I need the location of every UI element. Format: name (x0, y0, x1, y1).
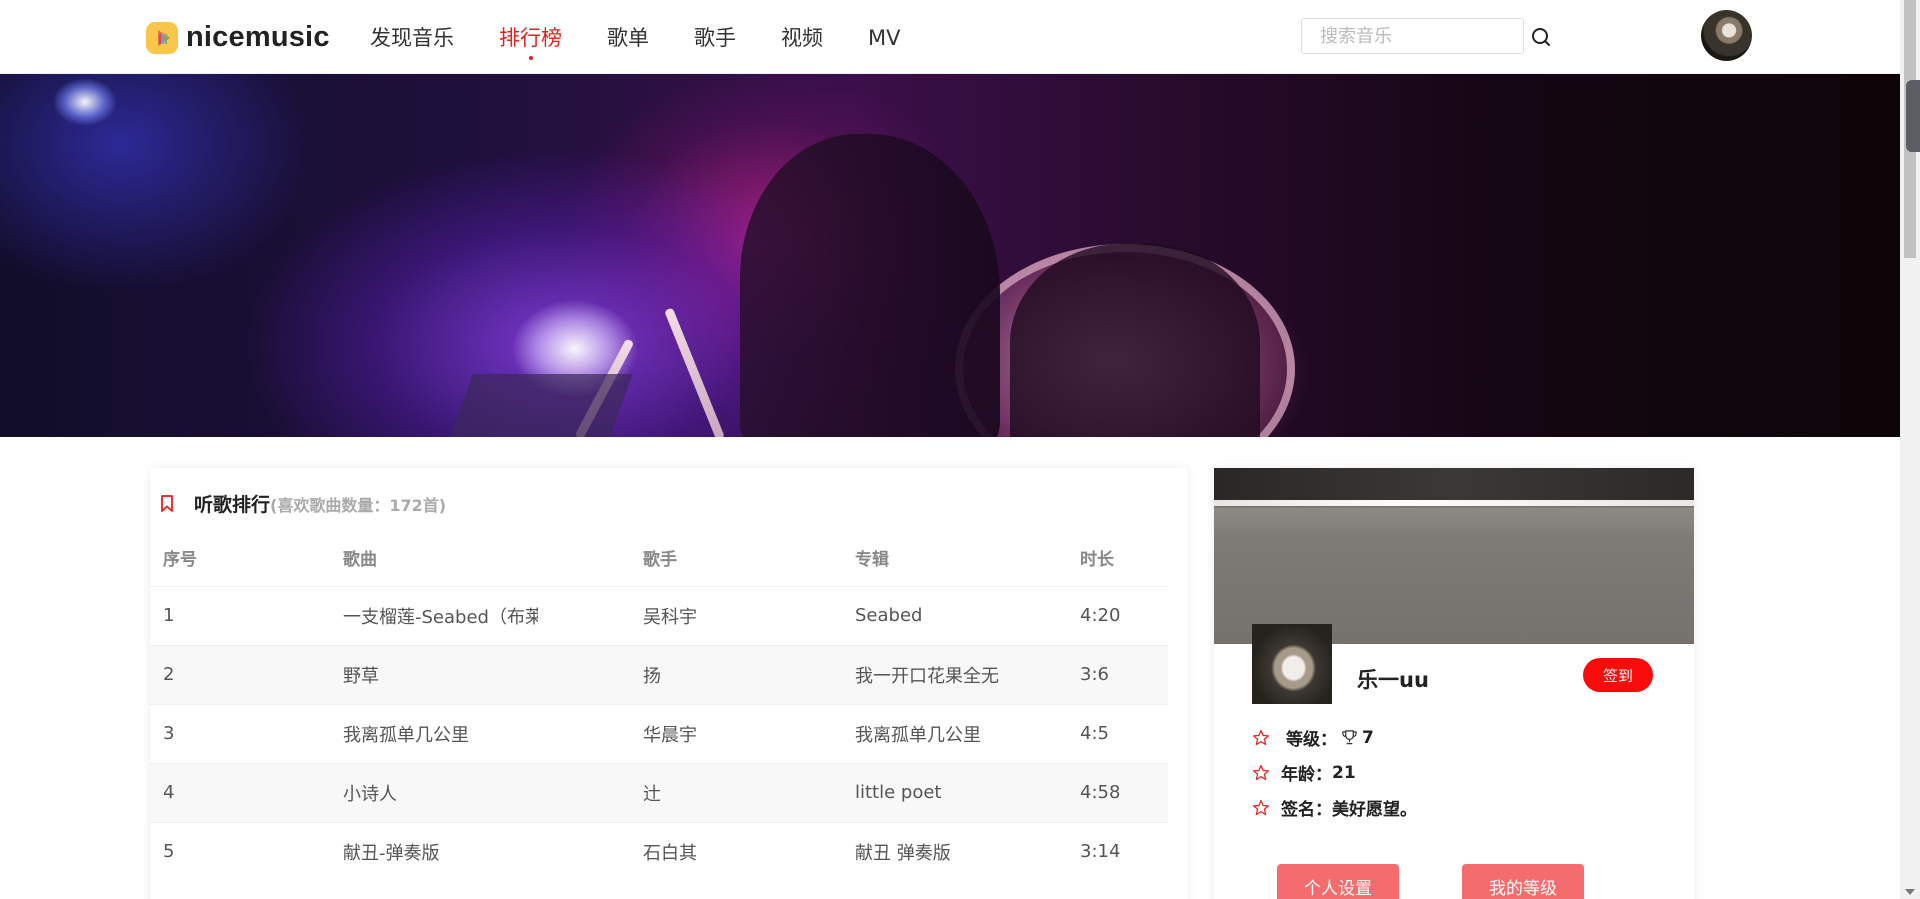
signature-row: 签名： 美好愿望。 (1252, 795, 1417, 820)
cell-artist[interactable]: 吴科宇 (630, 585, 842, 645)
table-row[interactable]: 3 我离孤单几公里 华晨宇 我离孤单几公里 4:5 (150, 703, 1168, 763)
nav-label: 发现音乐 (370, 26, 454, 50)
hero-banner (0, 74, 1900, 437)
sign-in-button[interactable]: 签到 (1583, 658, 1653, 692)
user-avatar[interactable] (1701, 10, 1752, 61)
profile-cover-image (1214, 468, 1694, 644)
cell-song[interactable]: 一支榴莲-Seabed（布莱 (330, 585, 630, 645)
star-icon (1252, 799, 1270, 815)
song-title[interactable]: 小诗人 (343, 780, 397, 806)
level-row: 等级： 7 (1252, 725, 1374, 750)
my-level-button[interactable]: 我的等级 (1462, 864, 1584, 899)
search-icon[interactable] (1530, 26, 1552, 48)
song-title[interactable]: 献丑-弹奏版 (343, 839, 440, 865)
star-icon (1252, 729, 1270, 745)
cell-duration: 4:5 (1067, 703, 1168, 763)
column-header-album: 专辑 (855, 550, 889, 571)
song-title[interactable]: 野草 (343, 662, 379, 688)
cell-album[interactable]: Seabed (842, 585, 1067, 645)
nav-discover-music[interactable]: 发现音乐 (370, 0, 454, 74)
page-scrollbar[interactable] (1900, 0, 1920, 899)
cell-artist[interactable]: 辻 (630, 762, 842, 822)
song-title[interactable]: 我离孤单几公里 (343, 721, 469, 747)
cell-song[interactable]: 我离孤单几公里 (330, 703, 630, 763)
nav-label: 歌单 (607, 26, 649, 50)
profile-avatar[interactable] (1252, 624, 1332, 704)
cell-duration: 4:58 (1067, 762, 1168, 822)
nav-mv[interactable]: MV (868, 0, 900, 74)
song-title[interactable]: 一支榴莲-Seabed（布莱 (343, 603, 538, 629)
drummer-silhouette (740, 134, 1000, 437)
listening-ranking-card: 听歌排行 (喜欢歌曲数量：172首) 序号 歌曲 歌手 专辑 时长 1 一支榴莲… (150, 468, 1188, 899)
profile-name: 乐一uu (1357, 668, 1429, 692)
liked-count: (喜欢歌曲数量：172首) (270, 495, 447, 515)
trophy-icon (1342, 730, 1357, 745)
bookmark-icon (161, 494, 173, 512)
song-table: 序号 歌曲 歌手 专辑 时长 1 一支榴莲-Seabed（布莱 吴科宇 Seab… (150, 520, 1168, 881)
table-header-row: 序号 歌曲 歌手 专辑 时长 (150, 520, 1168, 586)
nav-label: 视频 (781, 26, 823, 50)
cell-album[interactable]: 我离孤单几公里 (842, 703, 1067, 763)
ranking-header: 听歌排行 (喜欢歌曲数量：172首) (160, 490, 446, 517)
cell-duration: 4:20 (1067, 585, 1168, 645)
personal-settings-button[interactable]: 个人设置 (1277, 864, 1399, 899)
nav-label: MV (868, 26, 901, 50)
cell-index: 5 (150, 821, 330, 881)
cell-album[interactable]: 我一开口花果全无 (842, 644, 1067, 704)
cell-album[interactable]: 献丑 弹奏版 (842, 821, 1067, 881)
cell-song[interactable]: 野草 (330, 644, 630, 704)
cell-artist[interactable]: 华晨宇 (630, 703, 842, 763)
cell-index: 4 (150, 762, 330, 822)
nav-label: 排行榜 (499, 26, 562, 50)
column-header-song: 歌曲 (343, 550, 377, 571)
logo[interactable]: nicemusic (146, 20, 330, 54)
logo-icon (146, 20, 178, 54)
cell-index: 1 (150, 585, 330, 645)
nav-videos[interactable]: 视频 (781, 0, 823, 74)
nav-charts[interactable]: 排行榜 (499, 0, 562, 74)
ranking-title: 听歌排行 (194, 494, 271, 516)
scroll-down-arrow-icon[interactable] (1905, 889, 1915, 895)
table-row[interactable]: 5 献丑-弹奏版 石白其 献丑 弹奏版 3:14 (150, 821, 1168, 881)
signature-label: 签名： (1281, 800, 1332, 820)
cell-song[interactable]: 小诗人 (330, 762, 630, 822)
second-drummer-silhouette (1010, 244, 1260, 437)
star-icon (1252, 764, 1270, 780)
main-nav: 发现音乐 排行榜 歌单 歌手 视频 MV (370, 0, 945, 74)
table-row[interactable]: 4 小诗人 辻 little poet 4:58 (150, 762, 1168, 822)
table-row[interactable]: 2 野草 扬 我一开口花果全无 3:6 (150, 644, 1168, 704)
level-label: 等级： (1286, 730, 1337, 750)
nav-playlists[interactable]: 歌单 (607, 0, 649, 74)
side-widget[interactable] (1906, 80, 1920, 152)
age-label: 年龄： (1281, 765, 1332, 785)
cell-album[interactable]: little poet (842, 762, 1067, 822)
top-header: nicemusic 发现音乐 排行榜 歌单 歌手 视频 MV (0, 0, 1900, 74)
cell-index: 2 (150, 644, 330, 704)
signature-value: 美好愿望。 (1332, 800, 1417, 820)
column-header-artist: 歌手 (643, 550, 677, 571)
cell-duration: 3:6 (1067, 644, 1168, 704)
column-header-duration: 时长 (1080, 550, 1114, 571)
cell-song[interactable]: 献丑-弹奏版 (330, 821, 630, 881)
cell-duration: 3:14 (1067, 821, 1168, 881)
nav-artists[interactable]: 歌手 (694, 0, 736, 74)
logo-text: nicemusic (186, 20, 330, 53)
drumstick-shape (664, 307, 725, 437)
active-indicator (528, 56, 533, 60)
level-value: 7 (1362, 727, 1374, 748)
cell-index: 3 (150, 703, 330, 763)
cell-artist[interactable]: 扬 (630, 644, 842, 704)
profile-card: 乐一uu 签到 等级： 7 年龄： 21 签名： 美好愿望。 个人设置 我的等级 (1214, 468, 1694, 899)
nav-label: 歌手 (694, 26, 736, 50)
cell-artist[interactable]: 石白其 (630, 821, 842, 881)
age-value: 21 (1332, 762, 1356, 783)
age-row: 年龄： 21 (1252, 760, 1356, 785)
keyboard-shape (447, 374, 633, 437)
column-header-index: 序号 (163, 550, 197, 571)
search-input[interactable] (1301, 18, 1524, 54)
table-row[interactable]: 1 一支榴莲-Seabed（布莱 吴科宇 Seabed 4:20 (150, 585, 1168, 645)
